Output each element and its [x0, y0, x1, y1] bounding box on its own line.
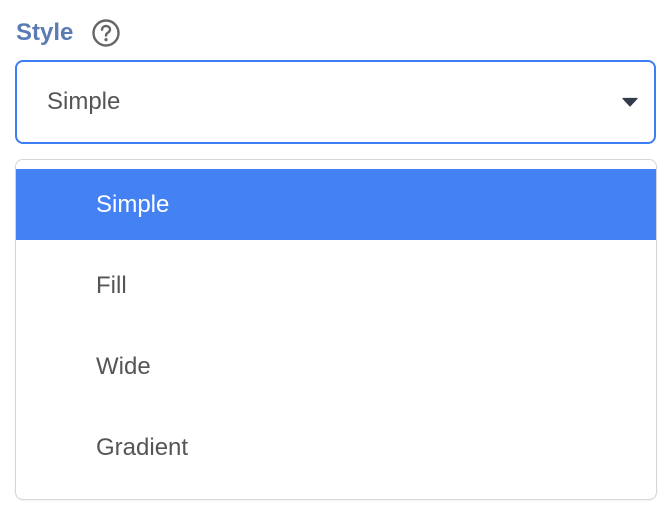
caret-down-icon — [622, 97, 638, 107]
style-select-widget: Style Simple Simple Fill Wide Gradient — [0, 0, 670, 516]
option-fill[interactable]: Fill — [16, 250, 656, 321]
select-current-value: Simple — [47, 88, 121, 115]
style-select[interactable]: Simple — [15, 60, 656, 144]
option-wide[interactable]: Wide — [16, 331, 656, 402]
field-label: Style — [16, 19, 74, 46]
field-label-row: Style — [16, 14, 121, 52]
options-list: Simple Fill Wide Gradient — [16, 169, 656, 493]
question-circle-icon[interactable] — [91, 18, 121, 48]
option-simple[interactable]: Simple — [16, 169, 656, 240]
option-gradient[interactable]: Gradient — [16, 412, 656, 483]
style-dropdown-menu: Simple Fill Wide Gradient — [15, 159, 657, 500]
